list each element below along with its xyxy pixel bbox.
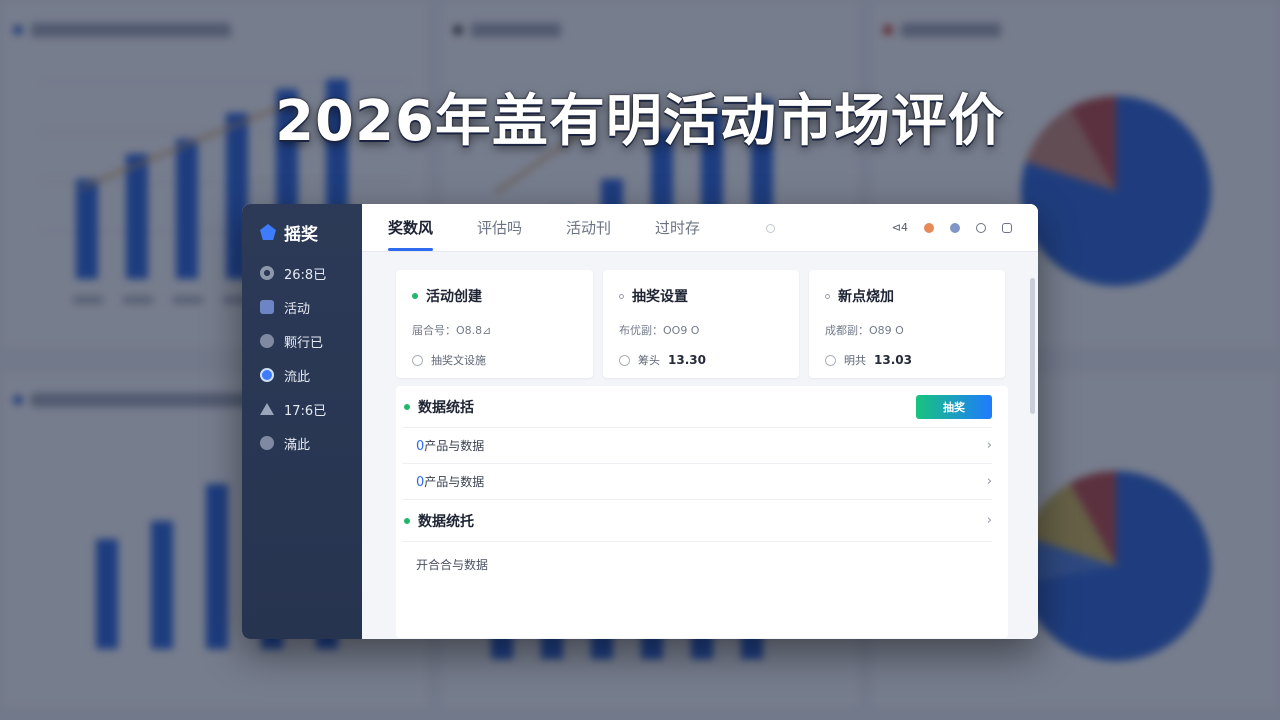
top-tab-bar: 奖数风 评估吗 活动刊 过时存 ⊲4 xyxy=(362,204,1038,252)
card-subtitle: 届合号：O8.8⊿ xyxy=(412,324,492,337)
sidebar-brand[interactable]: 摇奖 xyxy=(242,218,362,246)
sidebar-item-4[interactable]: 流此 xyxy=(242,358,362,392)
sidebar-item-6[interactable]: 滿此 xyxy=(242,426,362,460)
card-new-point[interactable]: 新点烧加 成都副：O89 O 明共 13.03 xyxy=(809,270,1005,378)
content: 活动创建 届合号：O8.8⊿ 抽奖文设施 抽奖设置 布优副：OO9 O 筹头 1… xyxy=(396,270,1008,638)
radio-icon[interactable] xyxy=(825,354,836,366)
card-lottery-settings[interactable]: 抽奖设置 布优副：OO9 O 筹头 13.30 xyxy=(603,270,799,378)
pentagon-logo-icon xyxy=(260,224,276,240)
item-label: 产品与数据 xyxy=(424,439,485,453)
tab-4[interactable]: 过时存 xyxy=(655,204,700,251)
panel-title: 数据统括 xyxy=(418,399,474,416)
card-activity-create[interactable]: 活动创建 届合号：O8.8⊿ 抽奖文设施 xyxy=(396,270,593,378)
status-dot-icon xyxy=(404,403,410,410)
sidebar-item-label: 活动 xyxy=(284,301,311,317)
list-item[interactable]: 0产品与数据 › xyxy=(402,428,992,464)
sidebar-item-5[interactable]: 17:6已 xyxy=(242,392,362,426)
sidebar-item-label: 颗行已 xyxy=(284,335,324,351)
circle-icon[interactable] xyxy=(976,222,986,233)
section-text: 开合合与数据 xyxy=(416,558,489,572)
square-icon xyxy=(260,300,274,314)
brand-name: 摇奖 xyxy=(284,224,318,245)
sidebar-item-label: 17:6已 xyxy=(284,403,327,419)
status-dot-icon xyxy=(404,517,410,524)
tab-1[interactable]: 奖数风 xyxy=(388,204,434,251)
status-dot-icon xyxy=(619,293,624,299)
chevron-right-icon: › xyxy=(986,513,992,528)
section-header[interactable]: 数据统托 › xyxy=(402,500,992,542)
toolbar-icons: ⊲4 xyxy=(892,221,1012,234)
signal-indicator[interactable]: ⊲4 xyxy=(892,221,908,234)
section-title: 数据统托 xyxy=(418,513,474,530)
app-window: 摇奖 26:8已 活动 颗行已 流此 17:6已 滿此 奖数风 评估吗 活动刊 … xyxy=(242,204,1038,639)
card-line-label: 抽奖文设施 xyxy=(431,354,486,367)
sidebar-item-activity[interactable]: 活动 xyxy=(242,290,362,324)
summary-cards: 活动创建 届合号：O8.8⊿ 抽奖文设施 抽奖设置 布优副：OO9 O 筹头 1… xyxy=(396,270,1008,378)
chevron-right-icon: › xyxy=(986,474,992,489)
orange-dot-icon[interactable] xyxy=(924,222,934,233)
check-badge-icon xyxy=(260,368,274,382)
panel-header: 数据统括 抽奖 xyxy=(402,386,992,428)
card-title: 新点烧加 xyxy=(838,289,894,305)
blue-dot-icon[interactable] xyxy=(950,222,960,233)
tab-3[interactable]: 活动刊 xyxy=(566,204,611,251)
settings-icon[interactable] xyxy=(1002,222,1012,233)
data-panel: 数据统括 抽奖 0产品与数据 › 0产品与数据 › 数据统托 › 开合合与数据 xyxy=(396,386,1008,638)
vertical-scrollbar[interactable] xyxy=(1030,278,1035,414)
sidebar-item-label: 流此 xyxy=(284,369,311,385)
card-line-value: 13.03 xyxy=(874,353,912,367)
card-title: 抽奖设置 xyxy=(632,289,688,305)
radio-icon[interactable] xyxy=(619,354,630,366)
card-line-label: 筹头 xyxy=(638,354,660,367)
sidebar-item-3[interactable]: 颗行已 xyxy=(242,324,362,358)
card-line-value: 13.30 xyxy=(668,353,706,367)
radio-icon[interactable] xyxy=(412,354,423,366)
status-dot-icon xyxy=(412,293,418,299)
hero-title: 2026年盖有明活动市场评价 xyxy=(275,89,1005,154)
main-area: 奖数风 评估吗 活动刊 过时存 ⊲4 活动创建 届合号：O8.8⊿ 抽奖文设施 … xyxy=(362,204,1038,639)
gear-icon xyxy=(260,266,274,280)
sidebar-item-label: 26:8已 xyxy=(284,267,327,283)
chevron-right-icon: › xyxy=(986,438,992,453)
circle-icon xyxy=(260,436,274,450)
list-item[interactable]: 0产品与数据 › xyxy=(402,464,992,500)
card-subtitle: 成都副：O89 O xyxy=(825,324,904,337)
sidebar: 摇奖 26:8已 活动 颗行已 流此 17:6已 滿此 xyxy=(242,204,362,639)
card-title: 活动创建 xyxy=(426,289,482,305)
sidebar-item-1[interactable]: 26:8已 xyxy=(242,256,362,290)
status-dot-icon xyxy=(766,224,775,233)
tab-2[interactable]: 评估吗 xyxy=(477,204,522,251)
item-label: 产品与数据 xyxy=(424,475,485,489)
circle-icon xyxy=(260,334,274,348)
person-icon xyxy=(260,403,274,415)
status-dot-icon xyxy=(825,293,830,299)
sidebar-item-label: 滿此 xyxy=(284,437,311,453)
card-line-label: 明共 xyxy=(844,354,866,367)
draw-button[interactable]: 抽奖 xyxy=(916,394,992,419)
card-subtitle: 布优副：OO9 O xyxy=(619,324,700,337)
